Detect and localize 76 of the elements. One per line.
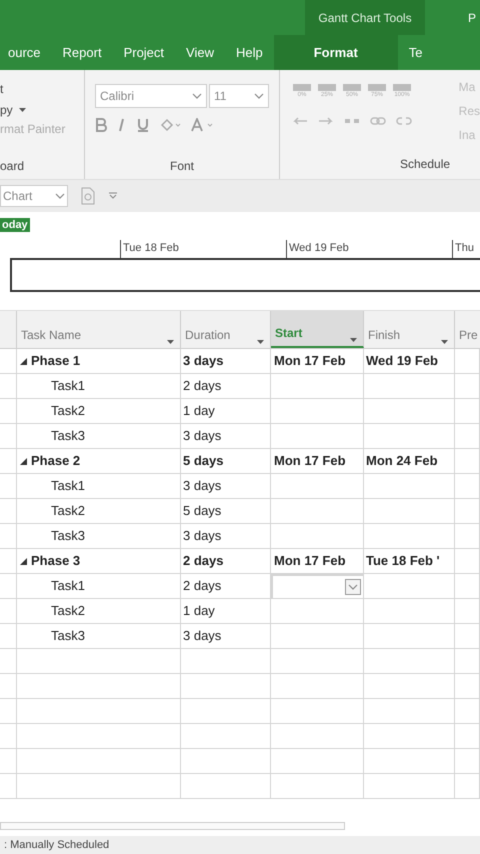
ribbon-tab[interactable]: Report [52, 35, 113, 70]
table-cell: 3 days [181, 424, 271, 449]
collapse-icon[interactable] [20, 358, 27, 364]
bold-icon[interactable] [95, 118, 107, 132]
sort-arrow-icon [350, 338, 357, 342]
collapse-icon[interactable] [20, 458, 27, 464]
table-cell: Mon 17 Feb [271, 349, 364, 374]
table-cell: 3 days [181, 474, 271, 499]
underline-icon[interactable] [137, 118, 149, 132]
table-cell: 3 days [181, 624, 271, 649]
task-name-cell: Task2 [17, 499, 181, 524]
ribbon-command[interactable]: rmat Painter [0, 120, 84, 140]
timeline-date: Wed 19 Feb [286, 240, 452, 258]
table-cell: 3 days [181, 349, 271, 374]
ribbon-tab[interactable]: Project [112, 35, 176, 70]
chevron-down-icon [192, 93, 202, 99]
table-cell: 3 days [181, 524, 271, 549]
collapse-icon[interactable] [20, 558, 27, 564]
column-header[interactable]: Start [271, 311, 364, 348]
chevron-down-icon [55, 193, 65, 199]
table-cell: 5 days [181, 499, 271, 524]
table-cell: 5 days [181, 449, 271, 474]
font-dropdown[interactable]: Calibri [95, 84, 207, 108]
today-marker: oday [0, 218, 30, 232]
group-label: oard [0, 158, 26, 175]
font-color-icon[interactable] [191, 118, 215, 132]
timeline-date: Tue 18 Feb [120, 240, 286, 258]
task-name-cell: Task3 [17, 524, 181, 549]
ribbon-tab[interactable]: Help [224, 35, 274, 70]
task-name: Phase 1 [31, 352, 80, 370]
task-name: Phase 2 [31, 452, 80, 470]
task-name-cell: Task1 [17, 574, 181, 599]
table-cell: 2 days [181, 574, 271, 599]
sort-arrow-icon [257, 340, 264, 344]
ribbon-command[interactable]: t [0, 80, 4, 100]
contextual-tab-header: P [468, 10, 477, 26]
italic-icon[interactable] [117, 118, 127, 132]
task-name-cell: Task1 [17, 374, 181, 399]
group-label: Schedule [400, 156, 452, 173]
ribbon-tab[interactable]: Te [398, 35, 434, 70]
column-header[interactable]: Task Name [17, 311, 181, 348]
table-cell: Mon 17 Feb [271, 549, 364, 574]
table-cell: 2 days [181, 549, 271, 574]
sort-arrow-icon [167, 340, 174, 344]
table-cell: Mon 17 Feb [271, 449, 364, 474]
column-header[interactable]: Pre [455, 311, 480, 348]
task-name-cell: Task2 [17, 399, 181, 424]
task-name-cell: Task3 [17, 424, 181, 449]
table-cell: 1 day [181, 399, 271, 424]
table-cell: 2 days [181, 374, 271, 399]
scrollbar[interactable] [0, 822, 345, 830]
table-cell: Wed 19 Feb [364, 349, 455, 374]
timeline-date: Thu [452, 240, 474, 258]
sort-arrow-icon [441, 340, 448, 344]
task-name-cell: Task3 [17, 624, 181, 649]
contextual-tab-header: Gantt Chart Tools [305, 0, 425, 35]
task-name-cell: Task1 [17, 474, 181, 499]
chevron-down-icon [348, 584, 358, 590]
table-cell: 1 day [181, 599, 271, 624]
status-text: : Manually Scheduled [4, 838, 110, 852]
caret-icon[interactable] [108, 192, 118, 200]
table-cell: Tue 18 Feb ' [364, 549, 455, 574]
ribbon-command[interactable]: py [0, 101, 13, 119]
table-cell: Mon 24 Feb [364, 449, 455, 474]
sort-arrow-icon [18, 108, 26, 112]
ribbon-tab[interactable]: Format [274, 35, 398, 70]
font-size-dropdown[interactable]: 11 [209, 84, 269, 108]
ribbon-tab[interactable]: ource [0, 35, 52, 70]
ribbon-tab[interactable]: View [175, 35, 225, 70]
view-dropdown[interactable]: Chart [0, 185, 68, 207]
group-label: Font [168, 158, 195, 175]
dropdown-button[interactable] [345, 579, 361, 595]
chevron-down-icon [254, 93, 264, 99]
task-name: Phase 3 [31, 552, 80, 570]
task-name-cell: Task2 [17, 599, 181, 624]
column-header[interactable]: Finish [364, 311, 455, 348]
